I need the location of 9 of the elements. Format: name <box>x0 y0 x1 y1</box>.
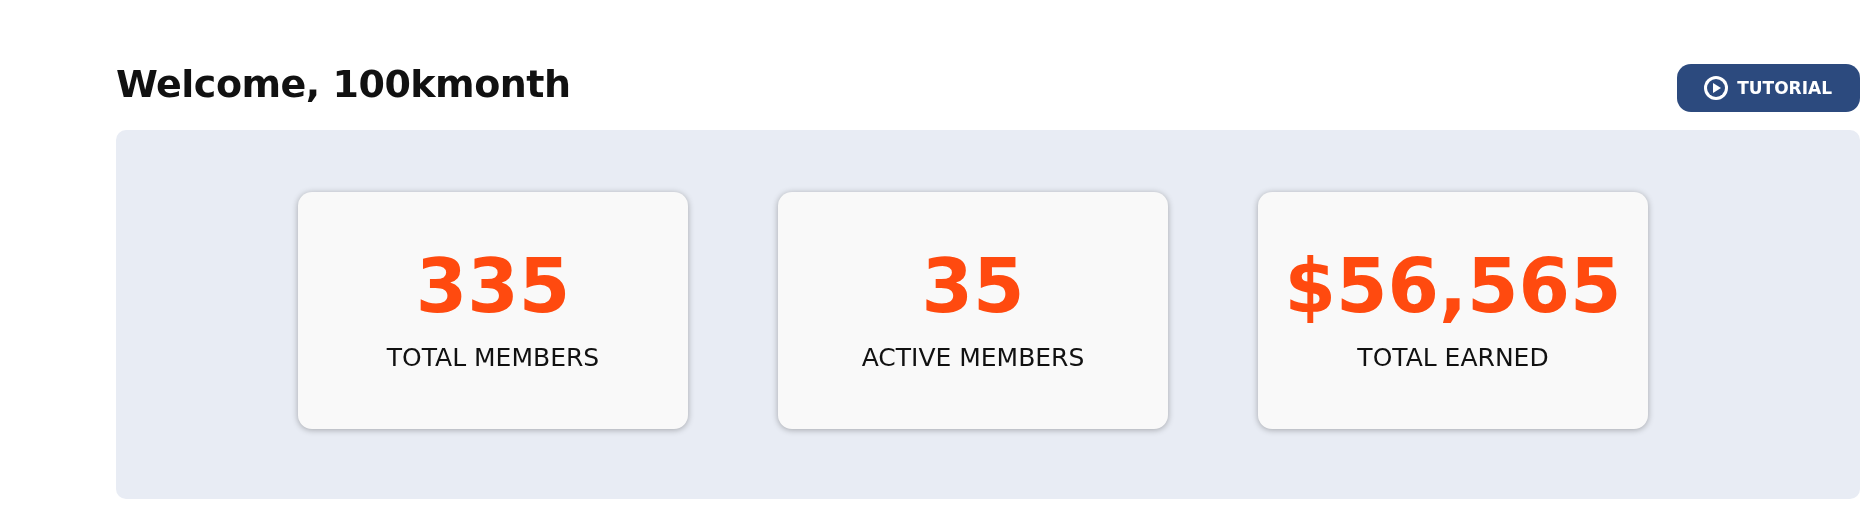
stat-value: 35 <box>921 249 1025 323</box>
stat-value: 335 <box>415 249 571 323</box>
play-icon <box>1703 75 1730 101</box>
stat-label: TOTAL EARNED <box>1357 343 1549 372</box>
tutorial-button[interactable]: TUTORIAL <box>1677 64 1860 112</box>
stat-label: TOTAL MEMBERS <box>386 343 600 372</box>
stat-value: $56,565 <box>1284 249 1622 323</box>
stat-label: ACTIVE MEMBERS <box>861 343 1085 372</box>
welcome-title: Welcome, 100kmonth <box>116 62 571 106</box>
